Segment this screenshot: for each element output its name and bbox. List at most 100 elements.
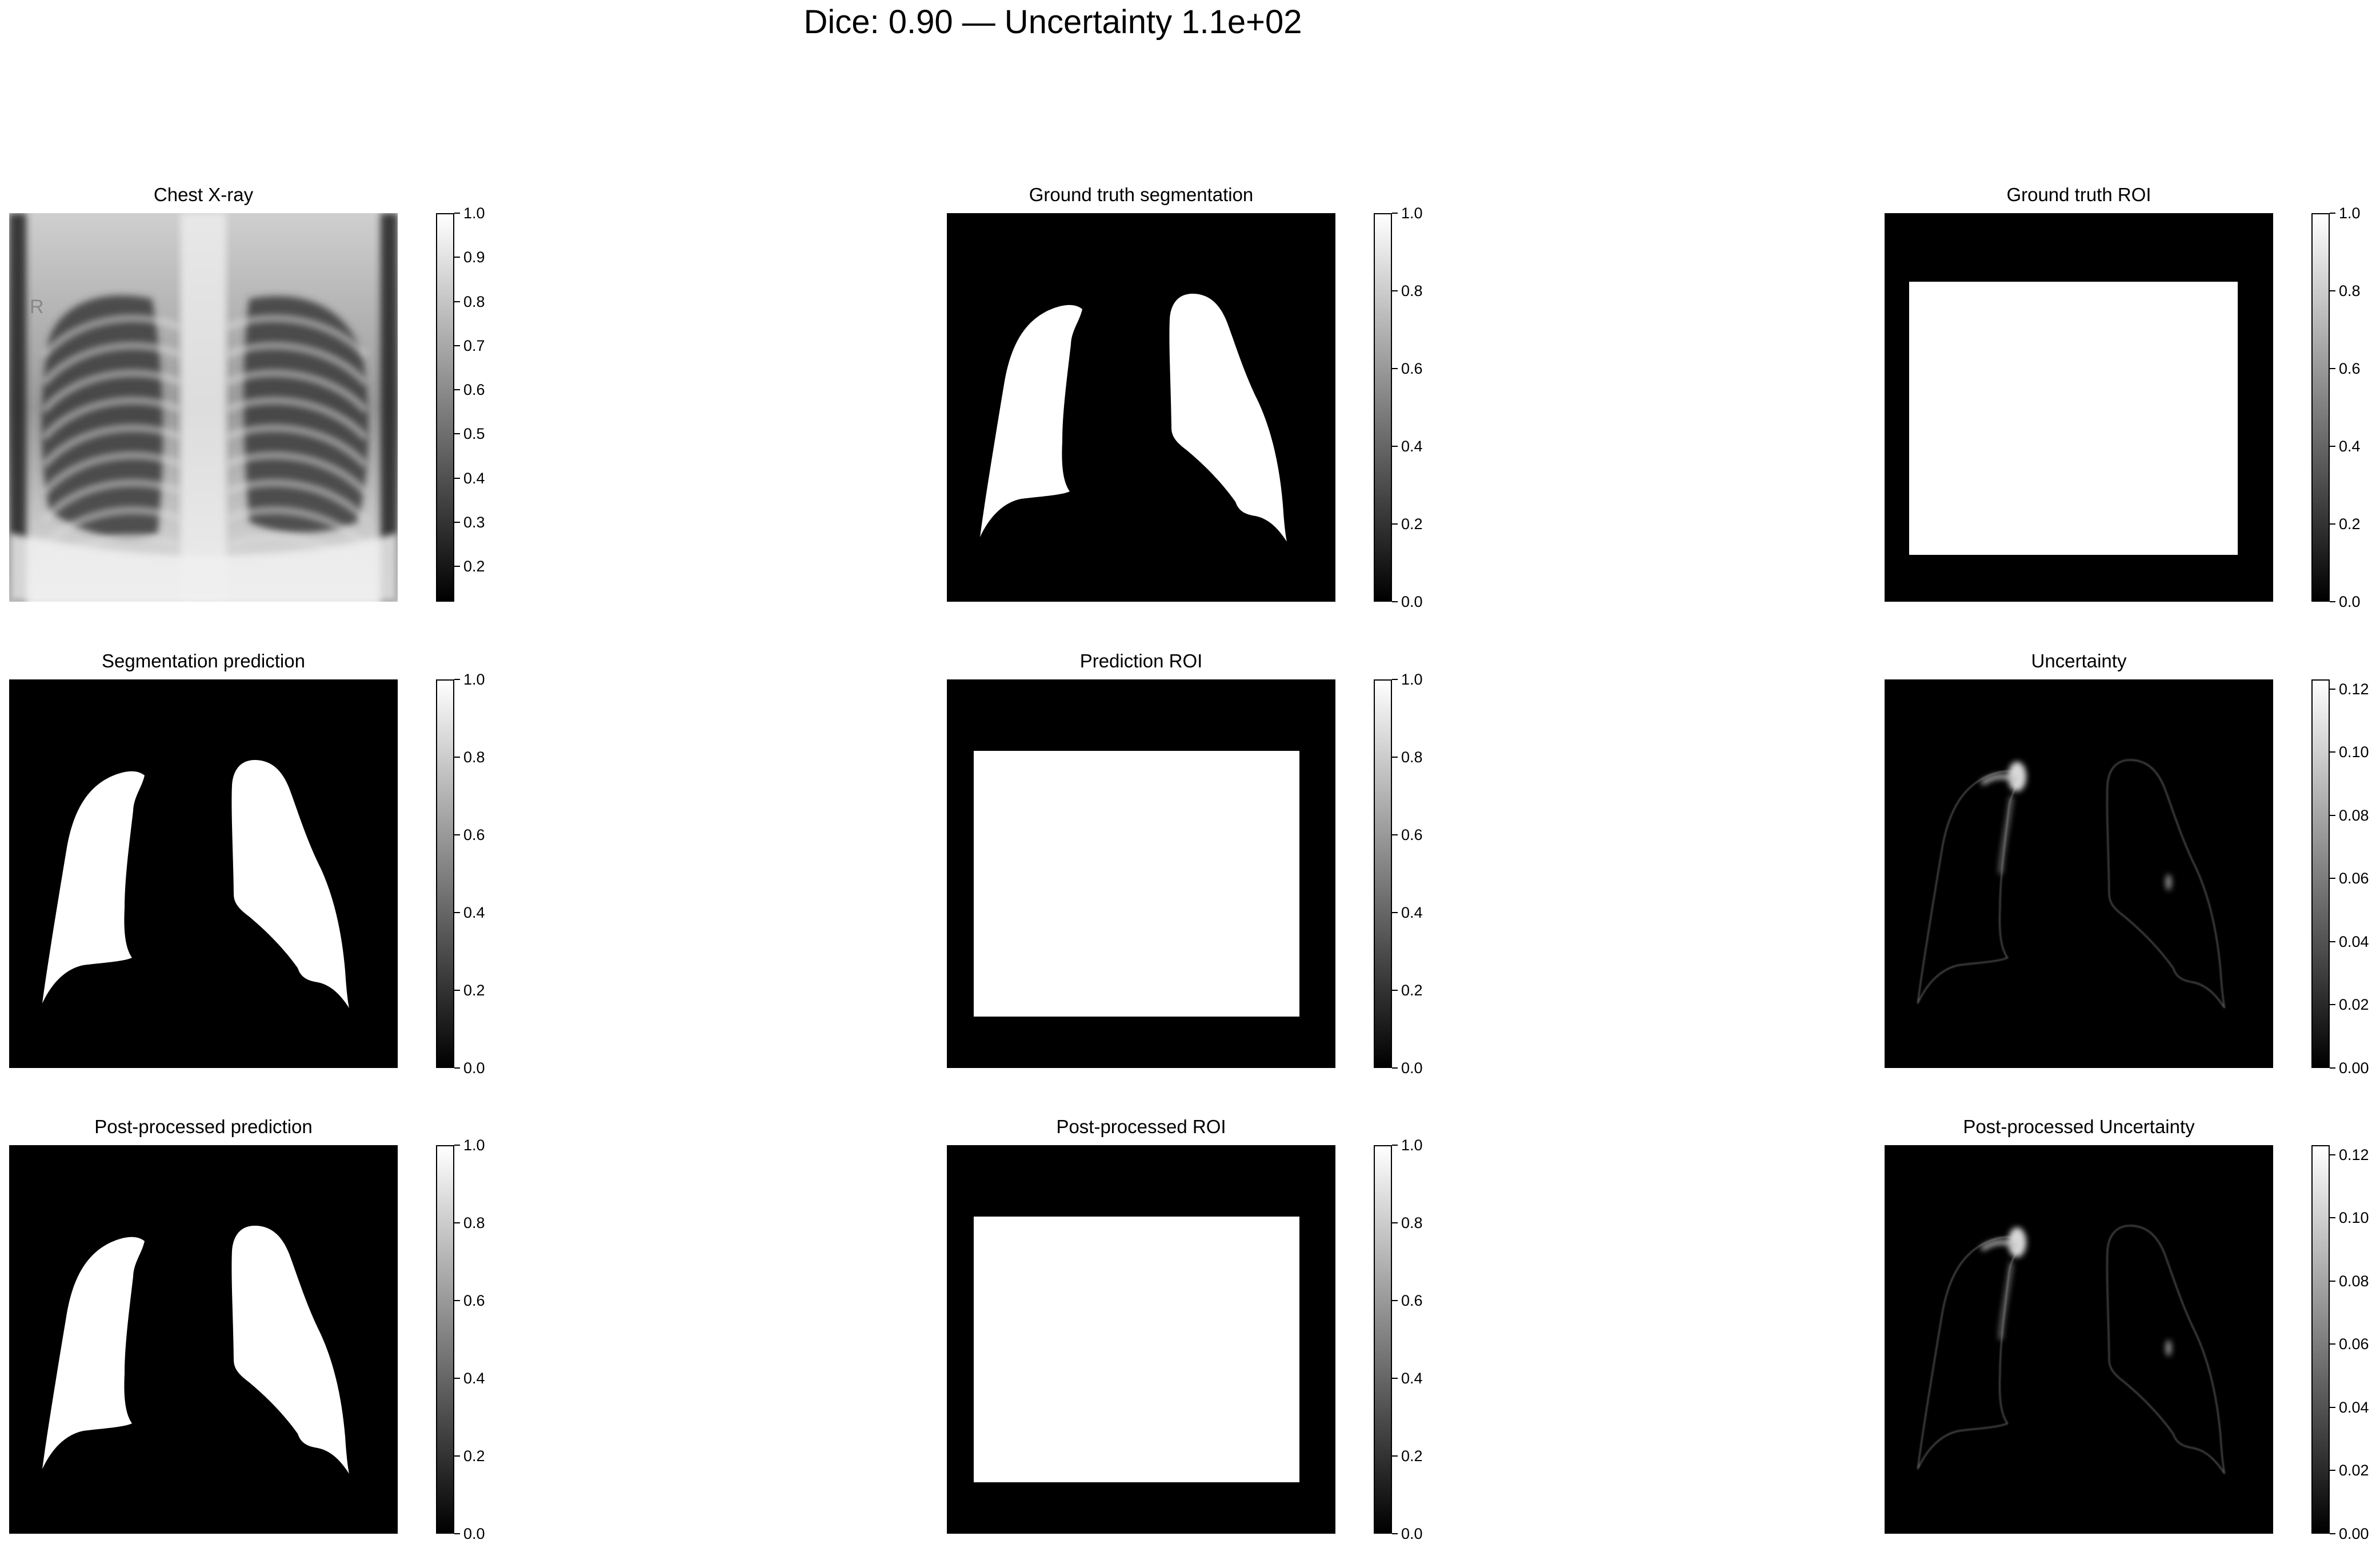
panel-image-roi-gt [1885,213,2273,602]
colorbar-tick-mark [2330,1280,2335,1282]
colorbar-tick-label: 0.02 [2339,1462,2369,1479]
colorbar-tick-mark [1392,1455,1398,1457]
colorbar-tick-mark [1392,290,1398,291]
colorbar-tick-label: 0.6 [1401,826,1423,843]
colorbar-tick-mark [1392,1067,1398,1069]
colorbar-tick-label: 0.6 [463,1292,485,1309]
colorbar-tick-label: 0.8 [463,293,485,310]
colorbar-tick-mark [454,433,460,435]
colorbar-tick-mark [2330,941,2335,942]
colorbar-tick-mark [454,213,460,214]
colorbar-tick-mark [454,1222,460,1223]
colorbar-tick-mark [1392,446,1398,447]
colorbar-tick-mark [1392,523,1398,525]
colorbar-tick-label: 0.0 [1401,1525,1423,1542]
colorbar-tick-mark [454,679,460,680]
colorbar-tick-mark [1392,834,1398,835]
colorbar-tick-label: 0.2 [1401,515,1423,533]
colorbar-tick-label: 0.00 [2339,1059,2369,1077]
panel-title: Post-processed ROI [1056,1116,1226,1137]
colorbar-tick-label: 0.0 [463,1525,485,1542]
colorbar-tick-label: 0.6 [1401,360,1423,377]
colorbar-tick-mark [2330,1004,2335,1006]
colorbar-tick-label: 0.4 [463,1370,485,1387]
colorbar [2311,1145,2330,1534]
panel-title: Segmentation prediction [102,650,305,671]
colorbar-tick-mark [1392,1300,1398,1301]
colorbar-tick-mark [454,389,460,391]
colorbar-tick-mark [2330,878,2335,879]
colorbar [436,1145,454,1534]
roi-box [974,1217,1299,1482]
xray-side-marker: R [30,296,44,318]
colorbar-tick-mark [1392,1222,1398,1223]
panel-image-roi-pred [947,679,1335,1068]
colorbar-tick-mark [2330,1470,2335,1471]
roi-box [1909,282,2238,555]
colorbar-tick-label: 0.2 [463,1447,485,1465]
colorbar-tick-label: 0.8 [463,749,485,766]
colorbar-tick-label: 0.08 [2339,1272,2369,1290]
colorbar-tick-label: 0.10 [2339,1209,2369,1227]
colorbar [1374,679,1392,1068]
colorbar-tick-label: 0.6 [463,826,485,843]
colorbar-tick-mark [454,1378,460,1379]
colorbar [1374,213,1392,602]
colorbar-tick-label: 0.3 [463,513,485,531]
colorbar-tick-label: 0.8 [2339,282,2361,299]
colorbar-tick-mark [2330,1533,2335,1534]
colorbar-tick-label: 0.10 [2339,743,2369,761]
colorbar-tick-label: 1.0 [1401,671,1423,688]
colorbar-tick-mark [1392,757,1398,758]
colorbar-tick-label: 0.6 [463,381,485,399]
colorbar-tick-label: 0.4 [1401,438,1423,455]
colorbar-tick-label: 0.8 [1401,749,1423,766]
colorbar-tick-label: 0.9 [463,249,485,266]
panel-image-mask-pred [9,679,398,1068]
colorbar-tick-mark [2330,1217,2335,1219]
colorbar-tick-mark [2330,688,2335,690]
colorbar-tick-mark [454,990,460,991]
colorbar-tick-mark [454,1145,460,1146]
panel-image-xray: R [9,213,398,602]
colorbar-tick-label: 0.8 [1401,1214,1423,1231]
colorbar-tick-mark [2330,523,2335,525]
colorbar-tick-mark [454,301,460,302]
colorbar-tick-label: 1.0 [463,1137,485,1154]
colorbar-tick-label: 0.08 [2339,806,2369,824]
roi-box [974,751,1299,1017]
colorbar-tick-mark [454,912,460,913]
colorbar-tick-mark [454,1067,460,1069]
figure-title: Dice: 0.90 — Uncertainty 1.1e+02 [803,3,1302,41]
right-lung-mask [231,759,349,1008]
colorbar-tick-mark [1392,601,1398,602]
colorbar-tick-label: 0.5 [463,425,485,443]
colorbar-tick-label: 0.06 [2339,870,2369,887]
colorbar-tick-mark [2330,290,2335,291]
colorbar-tick-label: 0.4 [1401,1370,1423,1387]
colorbar-tick-label: 1.0 [2339,205,2361,222]
panel-title: Post-processed Uncertainty [1963,1116,2195,1137]
colorbar-tick-label: 1.0 [463,205,485,222]
left-lung-mask [42,1237,145,1469]
colorbar-tick-label: 0.4 [463,469,485,487]
left-lung-mask [42,771,145,1003]
colorbar-tick-mark [454,521,460,523]
colorbar-tick-mark [454,1455,460,1457]
panel-title: Uncertainty [2031,650,2127,671]
panel-title: Ground truth segmentation [1029,184,1254,205]
colorbar [436,679,454,1068]
colorbar-tick-mark [2330,368,2335,369]
colorbar-tick-mark [2330,1406,2335,1408]
colorbar-tick-label: 1.0 [1401,205,1423,222]
colorbar-tick-label: 0.04 [2339,933,2369,950]
colorbar-tick-mark [2330,1067,2335,1069]
panel-title: Post-processed prediction [94,1116,313,1137]
colorbar [436,213,454,602]
colorbar-tick-mark [2330,814,2335,816]
colorbar-tick-label: 0.4 [1401,904,1423,921]
colorbar-tick-mark [454,834,460,835]
colorbar-tick-label: 0.0 [1401,1059,1423,1077]
colorbar-tick-mark [1392,213,1398,214]
colorbar-tick-label: 0.04 [2339,1398,2369,1416]
